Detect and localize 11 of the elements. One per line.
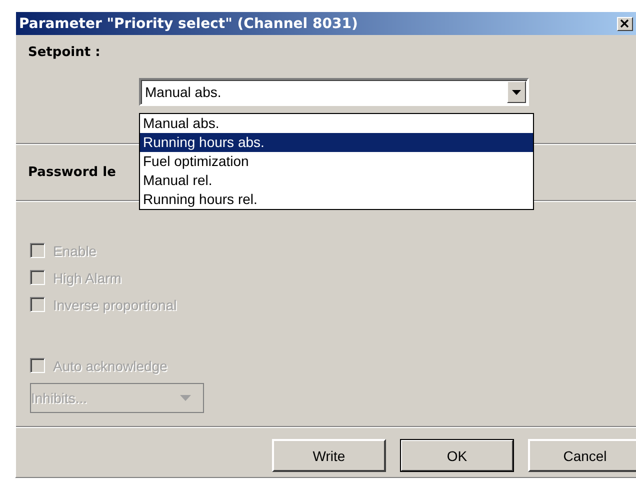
dropdown-option[interactable]: Running hours rel.	[140, 190, 533, 209]
dialog-button[interactable]: Write	[272, 439, 386, 472]
setpoint-label: Setpoint :	[28, 45, 102, 60]
dropdown-option[interactable]: Manual abs.	[140, 114, 533, 133]
dropdown-option[interactable]: Fuel optimization	[140, 152, 533, 171]
setpoint-dropdown[interactable]: Manual abs.	[139, 78, 529, 106]
dropdown-option[interactable]: Running hours abs.	[140, 133, 533, 152]
window-title: Parameter "Priority select" (Channel 8031)	[18, 16, 358, 32]
dialog-button[interactable]: OK	[400, 439, 514, 472]
dialog-button[interactable]: Cancel	[528, 439, 636, 472]
dropdown-option[interactable]: Manual rel.	[140, 171, 533, 190]
